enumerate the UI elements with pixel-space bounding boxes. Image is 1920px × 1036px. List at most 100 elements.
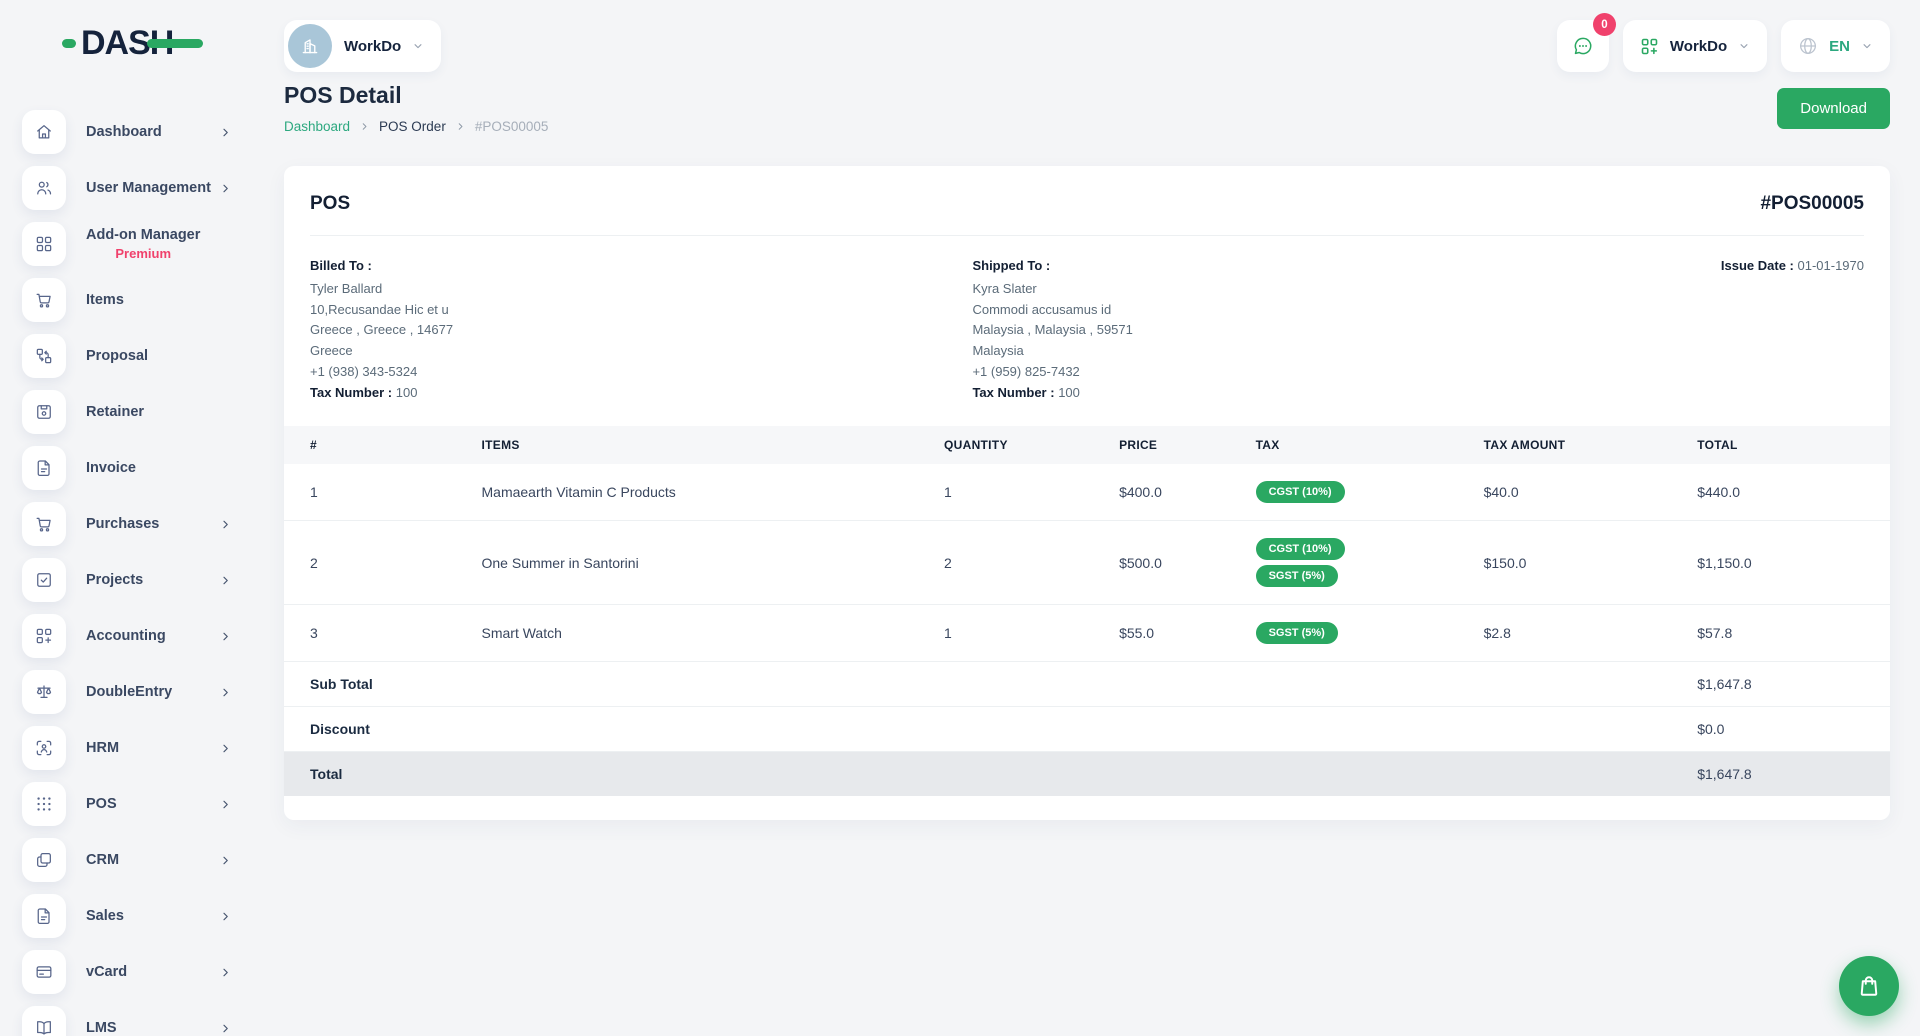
sidebar-item-doubleentry[interactable]: DoubleEntry xyxy=(0,664,258,720)
logo-dash-icon xyxy=(62,39,76,48)
breadcrumb-item[interactable]: POS Order xyxy=(379,119,446,134)
grid-plus-icon xyxy=(22,614,66,658)
breadcrumb-item[interactable]: Dashboard xyxy=(284,119,350,134)
tax-badges: CGST (10%)SGST (5%) xyxy=(1256,538,1468,587)
sidebar-item-invoice[interactable]: Invoice xyxy=(0,440,258,496)
check-square-icon xyxy=(22,558,66,602)
sidebar-item-label: POS xyxy=(86,796,117,812)
cell-tax-amount: $40.0 xyxy=(1476,464,1690,521)
tax-badges: SGST (5%) xyxy=(1256,622,1468,644)
address-line: Commodi accusamus id xyxy=(972,303,1132,317)
chat-icon xyxy=(1571,34,1595,58)
sidebar-item-label: Purchases xyxy=(86,516,159,532)
summary-row-discount: Discount $0.0 xyxy=(284,707,1890,752)
cart-icon xyxy=(22,502,66,546)
building-icon xyxy=(288,24,332,68)
sidebar-item-label: LMS xyxy=(86,1020,117,1036)
sidebar-item-label: DoubleEntry xyxy=(86,684,172,700)
pos-cart-fab[interactable] xyxy=(1839,956,1899,1016)
sidebar-item-pos[interactable]: POS xyxy=(0,776,258,832)
sidebar-item-sales[interactable]: Sales xyxy=(0,888,258,944)
sidebar-item-label: Proposal xyxy=(86,348,148,364)
chevron-right-icon xyxy=(219,630,232,643)
billed-to-lines: Tyler Ballard10,Recusandae Hic et uGreec… xyxy=(310,282,968,378)
dots-grid-icon xyxy=(22,782,66,826)
sidebar-item-vcard[interactable]: vCard xyxy=(0,944,258,1000)
sidebar-item-label: CRM xyxy=(86,852,119,868)
tax-badge: SGST (5%) xyxy=(1256,622,1338,644)
table-row: 1 Mamaearth Vitamin C Products 1 $400.0 … xyxy=(284,464,1890,521)
addresses-section: Billed To : Tyler Ballard10,Recusandae H… xyxy=(284,236,1890,426)
file-icon xyxy=(22,894,66,938)
chevron-down-icon xyxy=(411,39,425,53)
chevron-right-icon xyxy=(219,182,232,195)
cell-item-name: Smart Watch xyxy=(474,605,937,662)
sidebar-item-label: vCard xyxy=(86,964,127,980)
app-logo[interactable]: DASH xyxy=(62,24,203,62)
topbar-actions: 0 WorkDo EN xyxy=(1557,20,1890,72)
app-menu-button[interactable]: WorkDo xyxy=(1623,20,1767,72)
cell-item-name: Mamaearth Vitamin C Products xyxy=(474,464,937,521)
table-row: 3 Smart Watch 1 $55.0 SGST (5%) $2.8 $57… xyxy=(284,605,1890,662)
sidebar-item-hrm[interactable]: HRM xyxy=(0,720,258,776)
sidebar: DASH Dashboard User Management Add-on Ma… xyxy=(0,0,258,1036)
summary-value: $1,647.8 xyxy=(1689,752,1890,797)
cell-price: $400.0 xyxy=(1111,464,1248,521)
table-header-cell: TOTAL xyxy=(1689,426,1890,464)
address-line: 10,Recusandae Hic et u xyxy=(310,303,968,317)
chevron-right-icon xyxy=(219,126,232,139)
cell-quantity: 1 xyxy=(936,464,1111,521)
floppy-icon xyxy=(22,390,66,434)
address-line: Malaysia xyxy=(972,344,1132,358)
language-selector[interactable]: EN xyxy=(1781,20,1890,72)
sidebar-item-projects[interactable]: Projects xyxy=(0,552,258,608)
sidebar-item-user-management[interactable]: User Management xyxy=(0,160,258,216)
address-line: Malaysia , Malaysia , 59571 xyxy=(972,323,1132,337)
table-header-cell: ITEMS xyxy=(474,426,937,464)
org-name: WorkDo xyxy=(344,38,401,55)
sidebar-item-accounting[interactable]: Accounting xyxy=(0,608,258,664)
breadcrumb-item: #POS00005 xyxy=(475,119,549,134)
sidebar-item-crm[interactable]: CRM xyxy=(0,832,258,888)
sidebar-item-proposal[interactable]: Proposal xyxy=(0,328,258,384)
table-header-row: #ITEMSQUANTITYPRICETAXTAX AMOUNTTOTAL xyxy=(284,426,1890,464)
chevron-right-icon xyxy=(219,1022,232,1035)
credit-card-icon xyxy=(22,950,66,994)
sidebar-item-lms[interactable]: LMS xyxy=(0,1000,258,1036)
sidebar-item-dashboard[interactable]: Dashboard xyxy=(0,104,258,160)
summary-label: Sub Total xyxy=(284,662,1689,707)
main-content: WorkDo 0 WorkDo EN POS Detail DashboardP… xyxy=(258,0,1920,1036)
sidebar-item-purchases[interactable]: Purchases xyxy=(0,496,258,552)
sidebar-item-sublabel: Premium xyxy=(115,246,171,261)
sidebar-item-label: Retainer xyxy=(86,404,144,420)
file-icon xyxy=(22,446,66,490)
table-body: 1 Mamaearth Vitamin C Products 1 $400.0 … xyxy=(284,464,1890,662)
cell-total: $57.8 xyxy=(1689,605,1890,662)
cell-total: $1,150.0 xyxy=(1689,521,1890,605)
messages-button[interactable]: 0 xyxy=(1557,20,1609,72)
chevron-right-icon xyxy=(219,574,232,587)
sidebar-item-retainer[interactable]: Retainer xyxy=(0,384,258,440)
chevron-right-icon xyxy=(219,686,232,699)
pos-detail-card: POS #POS00005 Billed To : Tyler Ballard1… xyxy=(284,166,1890,820)
items-table: #ITEMSQUANTITYPRICETAXTAX AMOUNTTOTAL 1 … xyxy=(284,426,1890,796)
cart-icon xyxy=(22,278,66,322)
summary-label: Discount xyxy=(284,707,1689,752)
pos-card-title: POS xyxy=(310,193,350,215)
tax-badge: CGST (10%) xyxy=(1256,538,1345,560)
sidebar-item-items[interactable]: Items xyxy=(0,272,258,328)
scale-icon xyxy=(22,670,66,714)
org-selector[interactable]: WorkDo xyxy=(284,20,441,72)
sidebar-item-add-on-manager[interactable]: Add-on Manager Premium xyxy=(0,216,258,272)
table-header-cell: QUANTITY xyxy=(936,426,1111,464)
summary-row-total: Total $1,647.8 xyxy=(284,752,1890,797)
chevron-right-icon xyxy=(219,854,232,867)
download-button[interactable]: Download xyxy=(1777,88,1890,129)
cell-number: 2 xyxy=(284,521,474,605)
billed-tax-value: 100 xyxy=(396,385,418,400)
tax-badge: CGST (10%) xyxy=(1256,481,1345,503)
cell-tax-amount: $150.0 xyxy=(1476,521,1690,605)
sidebar-item-label: Projects xyxy=(86,572,143,588)
boxes-icon xyxy=(22,838,66,882)
chevron-right-icon xyxy=(219,742,232,755)
